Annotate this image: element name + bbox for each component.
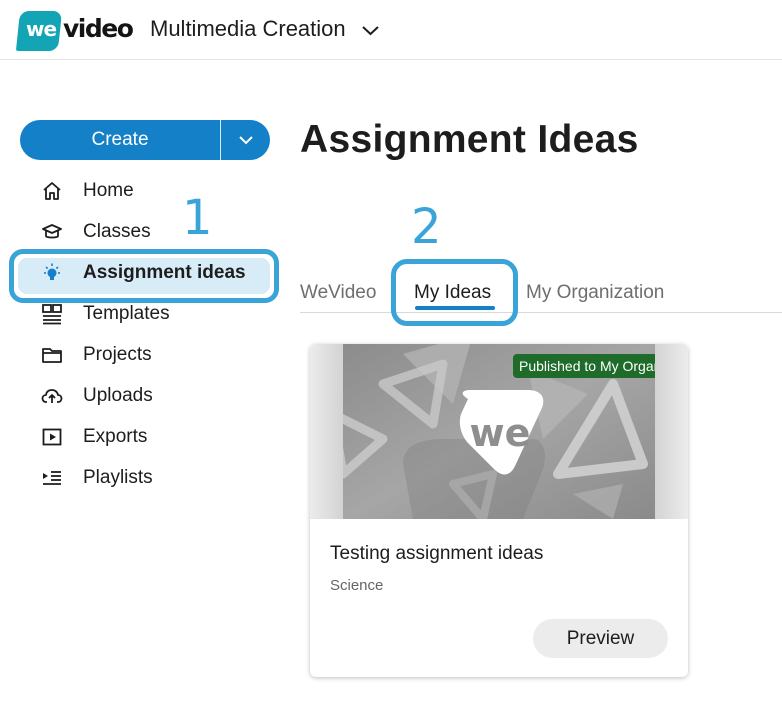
tab-my-organization[interactable]: My Organization [526,282,664,304]
chevron-down-icon [361,20,380,39]
lightbulb-icon [40,261,64,285]
create-button[interactable]: Create [20,120,220,160]
create-split-button: Create [20,120,270,160]
logo-mark: we [25,17,57,41]
folder-icon [40,343,64,367]
workspace-selector[interactable]: Multimedia Creation [150,16,380,42]
assignment-idea-card[interactable]: we Published to My Organization Testing … [310,344,688,677]
sidebar-item-label: Classes [83,220,151,242]
workspace-name: Multimedia Creation [150,16,346,41]
top-bar: we video Multimedia Creation [0,0,782,60]
sidebar-item-assignment-ideas[interactable]: Assignment ideas [0,252,290,293]
tab-my-ideas[interactable]: My Ideas [414,282,491,304]
card-subject: Science [330,577,384,594]
preview-button[interactable]: Preview [533,619,668,658]
sidebar-nav: Home Classes Assignment ideas Templates [0,170,290,498]
sidebar-item-label: Home [83,179,134,201]
published-status-badge: Published to My Organization [513,354,655,378]
sidebar-item-templates[interactable]: Templates [0,293,290,334]
wevideo-logo[interactable]: we video [15,9,134,51]
sidebar-item-home[interactable]: Home [0,170,290,211]
card-thumbnail[interactable]: we Published to My Organization [343,344,655,519]
logo-wordmark: video [63,14,134,43]
export-play-icon [40,425,64,449]
sidebar-item-playlists[interactable]: Playlists [0,457,290,498]
playlist-icon [40,466,64,490]
card-thumbnail-frame: we Published to My Organization [310,344,688,519]
sidebar-item-label: Playlists [83,466,153,488]
sidebar-item-uploads[interactable]: Uploads [0,375,290,416]
sidebar-item-label: Uploads [83,384,153,406]
annotation-step-2: 2 [411,199,442,255]
sidebar-item-exports[interactable]: Exports [0,416,290,457]
annotation-step-1: 1 [182,190,213,246]
sidebar-item-projects[interactable]: Projects [0,334,290,375]
cloud-upload-icon [40,384,64,408]
templates-icon [40,302,64,326]
sidebar-item-label: Exports [83,425,148,447]
chevron-down-icon [238,136,253,145]
sidebar-item-label: Templates [83,302,170,324]
home-icon [40,179,64,203]
sidebar-item-label: Projects [83,343,152,365]
selected-tab-indicator [415,306,495,310]
sidebar-item-label: Assignment ideas [83,261,246,283]
tab-wevideo[interactable]: WeVideo [300,282,376,304]
graduation-cap-icon [40,220,64,244]
create-dropdown-button[interactable] [221,120,270,160]
create-divider [220,120,221,160]
thumbnail-we-mark: we [470,411,531,455]
card-title[interactable]: Testing assignment ideas [330,543,543,565]
page-title: Assignment Ideas [300,118,639,161]
sidebar-item-classes[interactable]: Classes [0,211,290,252]
ideas-tab-bar: WeVideo My Ideas My Organization [300,270,782,313]
